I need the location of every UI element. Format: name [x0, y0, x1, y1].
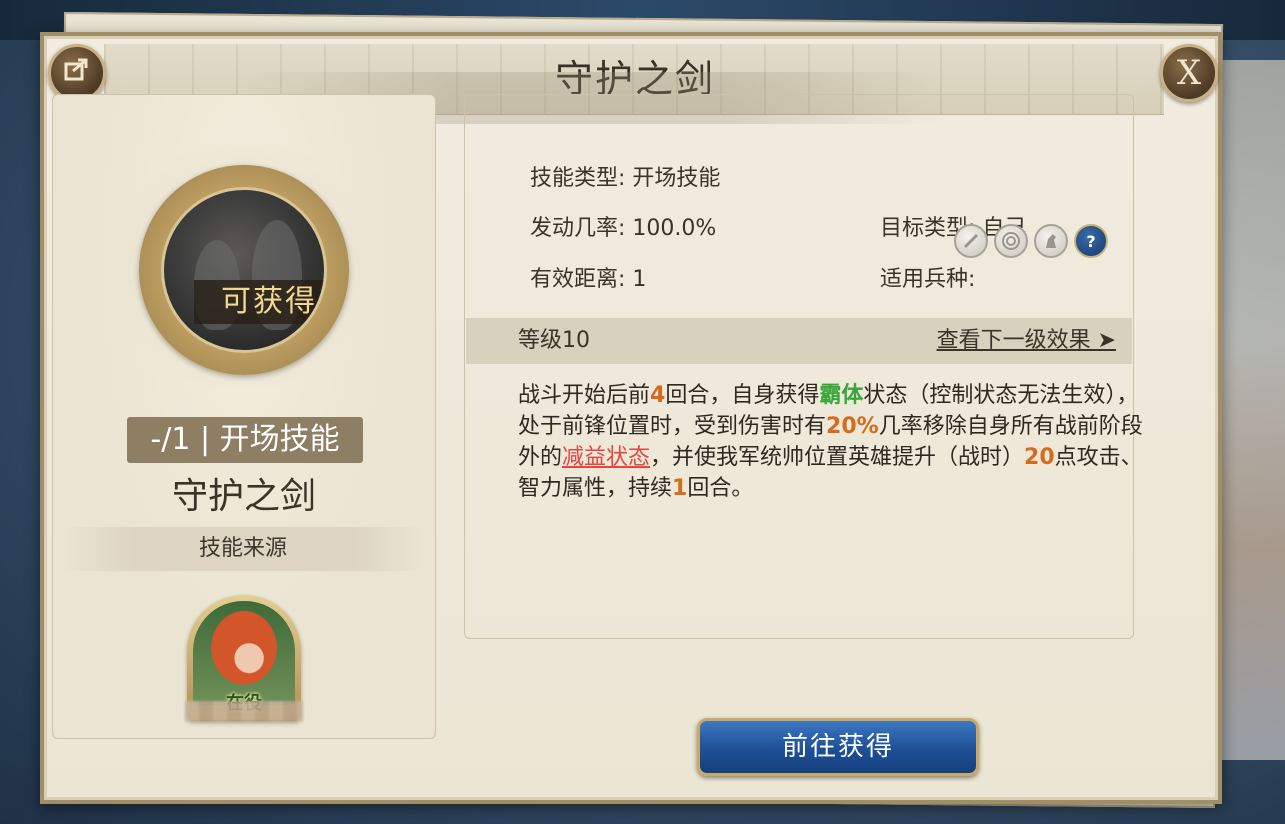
desc-keyword-superarmor[interactable]: 霸体: [819, 383, 863, 408]
desc-text: 战斗开始后前: [518, 383, 651, 408]
skill-type-row: 技能类型: 开场技能: [530, 160, 720, 192]
trigger-rate-label: 发动几率:: [530, 216, 626, 241]
level-label: 等级10: [518, 328, 590, 353]
skill-source-header: 技能来源: [63, 527, 423, 571]
close-icon: X: [1176, 53, 1202, 93]
range-label: 有效距离:: [530, 267, 626, 292]
desc-keyword-debuff[interactable]: 减益状态: [562, 445, 650, 470]
horse-icon[interactable]: [1034, 224, 1068, 258]
skill-type-badge: -/1 | 开场技能: [127, 417, 363, 463]
desc-text: 回合。: [687, 476, 754, 501]
skill-type-value: 开场技能: [632, 166, 721, 191]
desc-number: 20: [1024, 445, 1055, 470]
skill-name: 守护之剑: [171, 476, 316, 517]
question-icon[interactable]: ?: [1074, 224, 1108, 258]
trigger-rate-row: 发动几率: 100.0%: [530, 210, 716, 242]
desc-number: 4: [650, 383, 666, 408]
trigger-rate-value: 100.0%: [632, 216, 717, 241]
range-row: 有效距离: 1: [530, 261, 646, 293]
skill-card: 可获得 -/1 | 开场技能 守护之剑 技能来源 在役: [52, 94, 436, 739]
desc-number: 1: [672, 476, 688, 501]
skill-type-label: 技能类型:: [530, 166, 626, 191]
target-icon[interactable]: [994, 224, 1028, 258]
level-bar: 等级10 查看下一级效果 ➤: [466, 318, 1132, 364]
share-icon: [63, 55, 91, 91]
hero-name-redacted: [185, 701, 303, 721]
desc-text: 回合，自身获得: [665, 383, 820, 408]
unit-type-icons: ?: [954, 224, 1108, 258]
skill-icon: 可获得: [161, 187, 327, 353]
unit-types-label: 适用兵种:: [880, 267, 976, 292]
next-level-link[interactable]: 查看下一级效果 ➤: [937, 318, 1116, 364]
skill-medal: 可获得: [139, 165, 349, 375]
obtainable-label: 可获得: [194, 280, 324, 324]
desc-number: 20%: [826, 414, 879, 439]
sword-icon[interactable]: [954, 224, 988, 258]
close-button[interactable]: X: [1160, 44, 1218, 102]
desc-text: ，并使我军统帅位置英雄提升（战时）: [650, 445, 1025, 470]
skill-description: 战斗开始后前4回合，自身获得霸体状态（控制状态无法生效），处于前锋位置时，受到伤…: [518, 380, 1158, 504]
range-value: 1: [632, 267, 647, 292]
go-obtain-button[interactable]: 前往获得: [697, 718, 979, 776]
